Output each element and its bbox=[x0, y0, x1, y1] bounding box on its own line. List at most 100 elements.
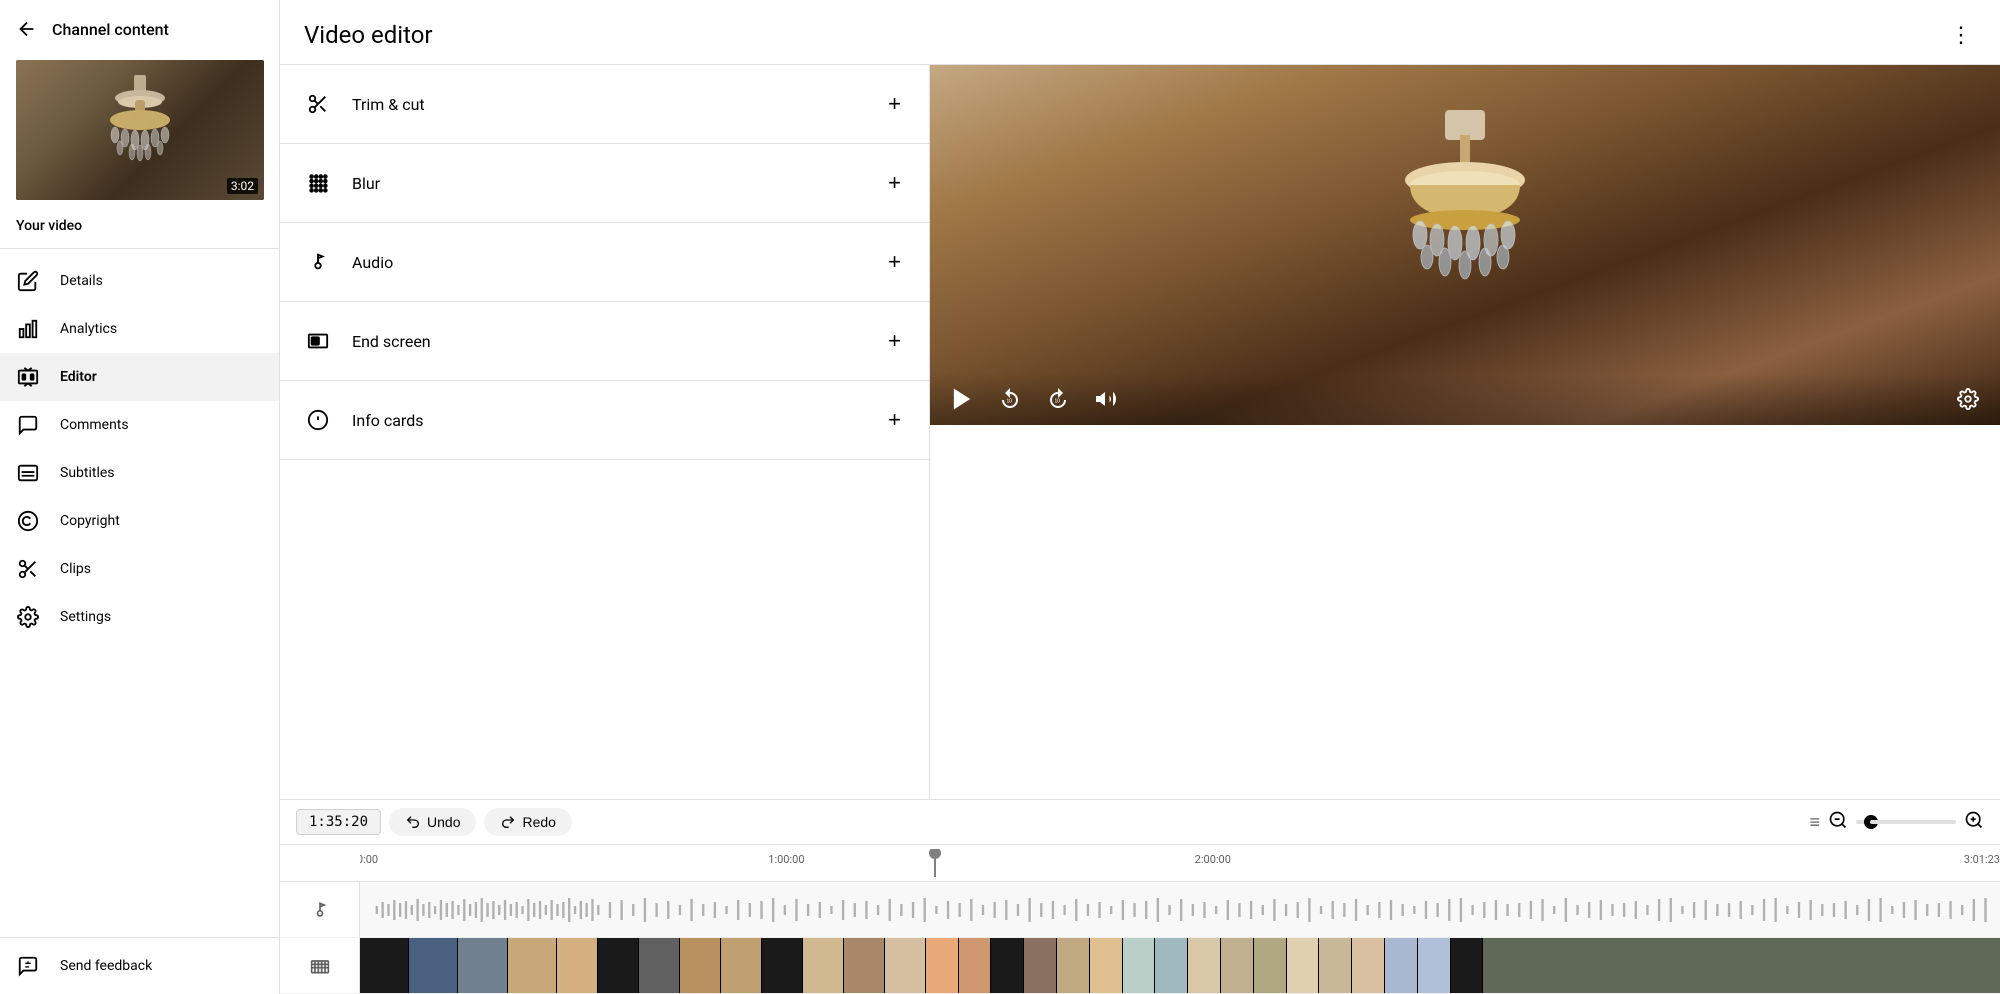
video-frame-last bbox=[1483, 938, 2000, 993]
video-frame bbox=[1188, 938, 1221, 993]
info-cards-add-button[interactable]: + bbox=[884, 403, 905, 437]
audio-add-button[interactable]: + bbox=[884, 245, 905, 279]
ruler-mark-0: 0:00:00 bbox=[360, 853, 378, 866]
timeline-area: 1:35:20 Undo Redo ≡ bbox=[280, 799, 2000, 994]
video-frame bbox=[680, 938, 721, 993]
sidebar-nav: Details Analytics Editor bbox=[0, 257, 279, 641]
sidebar-item-clips[interactable]: Clips bbox=[0, 545, 279, 593]
film-icon bbox=[16, 365, 40, 389]
sidebar-item-comments-label: Comments bbox=[60, 417, 129, 433]
sidebar-item-clips-label: Clips bbox=[60, 561, 91, 577]
waveform-svg: // We'll just use static rect elements t… bbox=[364, 892, 1996, 928]
sidebar-item-subtitles[interactable]: Subtitles bbox=[0, 449, 279, 497]
undo-label: Undo bbox=[427, 814, 460, 830]
content-area: Trim & cut + bbox=[280, 65, 2000, 799]
video-frame bbox=[557, 938, 598, 993]
info-cards-icon bbox=[304, 406, 332, 434]
video-frame bbox=[458, 938, 507, 993]
audio-icon bbox=[304, 248, 332, 276]
blur-add-button[interactable]: + bbox=[884, 166, 905, 200]
send-feedback-item[interactable]: Send feedback bbox=[0, 937, 279, 994]
channel-content-title: Channel content bbox=[52, 20, 169, 39]
chandelier-icon bbox=[80, 70, 200, 190]
video-frame bbox=[1319, 938, 1352, 993]
sidebar: Channel content bbox=[0, 0, 280, 994]
sidebar-item-subtitles-label: Subtitles bbox=[60, 465, 115, 481]
send-feedback-label: Send feedback bbox=[60, 958, 152, 974]
audio-tool[interactable]: Audio + bbox=[280, 223, 929, 302]
preview-chandelier-icon bbox=[1315, 105, 1615, 385]
playhead-line bbox=[934, 849, 936, 877]
audio-track-icon bbox=[280, 882, 360, 937]
video-frame bbox=[991, 938, 1024, 993]
video-frame bbox=[926, 938, 959, 993]
volume-button[interactable] bbox=[1090, 383, 1122, 415]
preview-panel: 10 10 bbox=[930, 65, 2000, 799]
redo-button[interactable]: Redo bbox=[484, 808, 571, 836]
video-frame bbox=[639, 938, 680, 993]
page-title: Video editor bbox=[304, 21, 433, 49]
video-frame bbox=[1451, 938, 1484, 993]
zoom-slider[interactable] bbox=[1856, 820, 1956, 824]
sidebar-item-comments[interactable]: Comments bbox=[0, 401, 279, 449]
undo-button[interactable]: Undo bbox=[389, 808, 476, 836]
end-screen-icon bbox=[304, 327, 332, 355]
video-frame bbox=[1385, 938, 1418, 993]
blur-icon bbox=[304, 169, 332, 197]
scissors-icon bbox=[16, 557, 40, 581]
video-frame bbox=[959, 938, 992, 993]
video-frame bbox=[1221, 938, 1254, 993]
rewind-10-button[interactable]: 10 bbox=[994, 383, 1026, 415]
video-frame bbox=[409, 938, 458, 993]
sidebar-item-editor-label: Editor bbox=[60, 369, 97, 385]
gear-icon bbox=[16, 605, 40, 629]
trim-cut-add-button[interactable]: + bbox=[884, 87, 905, 121]
audio-label: Audio bbox=[352, 253, 393, 272]
video-frame bbox=[1057, 938, 1090, 993]
video-frame bbox=[598, 938, 639, 993]
hamburger-icon[interactable]: ≡ bbox=[1809, 812, 1820, 833]
playhead-circle bbox=[929, 849, 941, 859]
end-screen-label: End screen bbox=[352, 332, 431, 351]
back-button[interactable] bbox=[16, 18, 38, 40]
trim-cut-tool[interactable]: Trim & cut + bbox=[280, 65, 929, 144]
pencil-icon bbox=[16, 269, 40, 293]
info-cards-tool[interactable]: Info cards + bbox=[280, 381, 929, 460]
video-frame bbox=[844, 938, 885, 993]
settings-button[interactable] bbox=[1952, 383, 1984, 415]
end-screen-tool[interactable]: End screen + bbox=[280, 302, 929, 381]
audio-waveform: // We'll just use static rect elements t… bbox=[360, 882, 2000, 937]
your-video-label: Your video bbox=[0, 208, 279, 240]
zoom-controls bbox=[1828, 810, 1984, 835]
more-options-button[interactable]: ⋮ bbox=[1946, 18, 1976, 52]
main-header: Video editor ⋮ bbox=[280, 0, 2000, 65]
play-button[interactable] bbox=[946, 383, 978, 415]
sidebar-item-details[interactable]: Details bbox=[0, 257, 279, 305]
video-preview: 10 10 bbox=[930, 65, 2000, 425]
sidebar-item-copyright[interactable]: Copyright bbox=[0, 497, 279, 545]
sidebar-item-details-label: Details bbox=[60, 273, 103, 289]
forward-10-button[interactable]: 10 bbox=[1042, 383, 1074, 415]
zoom-out-button[interactable] bbox=[1828, 810, 1848, 835]
end-screen-add-button[interactable]: + bbox=[884, 324, 905, 358]
ruler-mark-1: 1:00:00 bbox=[768, 853, 804, 866]
sidebar-item-editor[interactable]: Editor bbox=[0, 353, 279, 401]
video-frame bbox=[1090, 938, 1123, 993]
video-strip-track-row bbox=[280, 938, 2000, 994]
zoom-in-button[interactable] bbox=[1964, 810, 1984, 835]
video-frame bbox=[1123, 938, 1156, 993]
video-frame bbox=[508, 938, 557, 993]
blur-tool[interactable]: Blur + bbox=[280, 144, 929, 223]
video-frame bbox=[721, 938, 762, 993]
sidebar-item-settings-label: Settings bbox=[60, 609, 111, 625]
bar-chart-icon bbox=[16, 317, 40, 341]
sidebar-item-analytics[interactable]: Analytics bbox=[0, 305, 279, 353]
audio-track-row: // We'll just use static rect elements t… bbox=[280, 882, 2000, 938]
trim-cut-label: Trim & cut bbox=[352, 95, 425, 114]
trim-cut-icon bbox=[304, 90, 332, 118]
video-strip bbox=[360, 938, 2000, 993]
sidebar-item-settings[interactable]: Settings bbox=[0, 593, 279, 641]
feedback-icon bbox=[16, 954, 40, 978]
ruler-mark-3: 3:01:23 bbox=[1964, 853, 2000, 866]
video-frame bbox=[1024, 938, 1057, 993]
